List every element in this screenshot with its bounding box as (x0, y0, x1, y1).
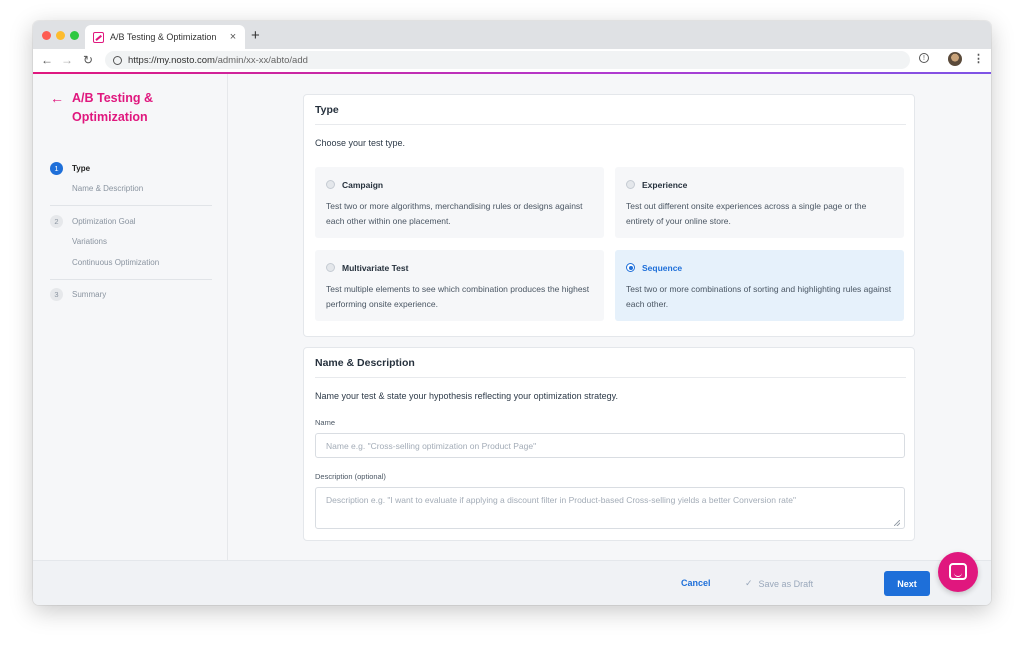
sidebar-step-type[interactable]: 1 Type (50, 161, 90, 175)
sidebar-divider (50, 279, 212, 280)
close-window-button[interactable] (42, 31, 51, 40)
radio-campaign[interactable] (326, 180, 335, 189)
sidebar-substep-continuous-optimization[interactable]: Continuous Optimization (72, 258, 159, 267)
step-number: 3 (50, 287, 63, 301)
check-icon: ✓ (745, 578, 753, 588)
new-tab-button[interactable]: + (251, 26, 260, 46)
sidebar-title: A/B Testing & Optimization (72, 91, 154, 124)
option-title: Multivariate Test (342, 263, 409, 273)
name-input[interactable] (315, 433, 905, 458)
option-description: Test two or more algorithms, merchandisi… (326, 201, 583, 226)
forward-arrow-icon[interactable]: → (61, 52, 73, 68)
description-field-label: Description (optional) (315, 472, 386, 481)
back-arrow-icon[interactable]: ← (41, 52, 53, 68)
sidebar-divider (50, 205, 212, 206)
footer-bar: Cancel ✓ Save as Draft Next (33, 560, 991, 605)
profile-avatar[interactable] (948, 52, 962, 66)
step-label: Summary (72, 289, 107, 299)
resize-grip-icon[interactable] (894, 520, 900, 526)
step-number: 2 (50, 214, 63, 228)
cancel-button[interactable]: Cancel (681, 578, 711, 588)
name-description-card: Name & Description Name your test & stat… (303, 347, 915, 541)
step-label: Optimization Goal (72, 216, 136, 226)
description-textarea[interactable] (315, 487, 905, 529)
sidebar-substep-name-description[interactable]: Name & Description (72, 184, 143, 193)
browser-titlebar: A/B Testing & Optimization × + (33, 21, 991, 49)
type-card: Type Choose your test type. Campaign Tes… (303, 94, 915, 337)
option-experience[interactable]: Experience Test out different onsite exp… (615, 167, 904, 238)
kebab-menu-icon[interactable]: ⋮ (973, 52, 984, 66)
globe-icon (113, 55, 122, 65)
minimize-window-button[interactable] (56, 31, 65, 40)
maximize-window-button[interactable] (70, 31, 79, 40)
option-title: Sequence (642, 263, 683, 273)
tab-close-icon[interactable]: × (225, 31, 241, 43)
name-field-label: Name (315, 418, 336, 427)
card-divider (315, 124, 906, 125)
card-divider (315, 377, 906, 378)
chat-launcher-button[interactable] (938, 552, 978, 592)
sidebar-step-summary[interactable]: 3 Summary (50, 287, 106, 301)
step-number: 1 (50, 161, 63, 175)
save-as-draft-label: Save as Draft (758, 578, 814, 589)
sidebar: ← A/B Testing & Optimization 1 Type Name… (33, 74, 228, 560)
option-description: Test multiple elements to see which comb… (326, 284, 590, 309)
tab-title: A/B Testing & Optimization (110, 32, 217, 42)
type-card-title: Type (315, 104, 339, 116)
save-as-draft-button[interactable]: ✓ Save as Draft (745, 578, 813, 589)
step-label: Type (72, 163, 91, 173)
address-bar[interactable]: https://my.nosto.com/admin/xx-xx/abto/ad… (105, 51, 910, 69)
ab-testing-favicon-icon (93, 31, 104, 43)
option-sequence[interactable]: Sequence Test two or more combinations o… (615, 250, 904, 321)
chat-icon (949, 563, 967, 580)
option-description: Test two or more combinations of sorting… (626, 284, 892, 309)
option-description: Test out different onsite experiences ac… (626, 201, 867, 226)
browser-window: A/B Testing & Optimization × + ← → ↻ htt… (33, 21, 991, 605)
option-campaign[interactable]: Campaign Test two or more algorithms, me… (315, 167, 604, 238)
sidebar-step-optimization-goal[interactable]: 2 Optimization Goal (50, 214, 136, 228)
reload-icon[interactable]: ↻ (83, 52, 93, 68)
name-card-title: Name & Description (315, 357, 415, 369)
name-card-subtitle: Name your test & state your hypothesis r… (315, 391, 618, 401)
radio-sequence[interactable] (626, 263, 635, 272)
next-button[interactable]: Next (884, 571, 930, 596)
option-title: Experience (642, 180, 688, 190)
radio-experience[interactable] (626, 180, 635, 189)
sidebar-substep-variations[interactable]: Variations (72, 237, 107, 246)
option-title: Campaign (342, 180, 384, 190)
url-path: /admin/xx-xx/abto/add (214, 54, 308, 66)
browser-tab[interactable]: A/B Testing & Optimization × (85, 25, 245, 49)
arrow-left-icon[interactable]: ← (50, 91, 64, 105)
url-host: https://my.nosto.com (128, 54, 215, 66)
radio-multivariate-test[interactable] (326, 263, 335, 272)
browser-toolbar: ← → ↻ https://my.nosto.com/admin/xx-xx/a… (33, 49, 991, 72)
type-card-subtitle: Choose your test type. (315, 138, 406, 148)
info-icon[interactable]: ! (919, 53, 929, 63)
option-multivariate-test[interactable]: Multivariate Test Test multiple elements… (315, 250, 604, 321)
